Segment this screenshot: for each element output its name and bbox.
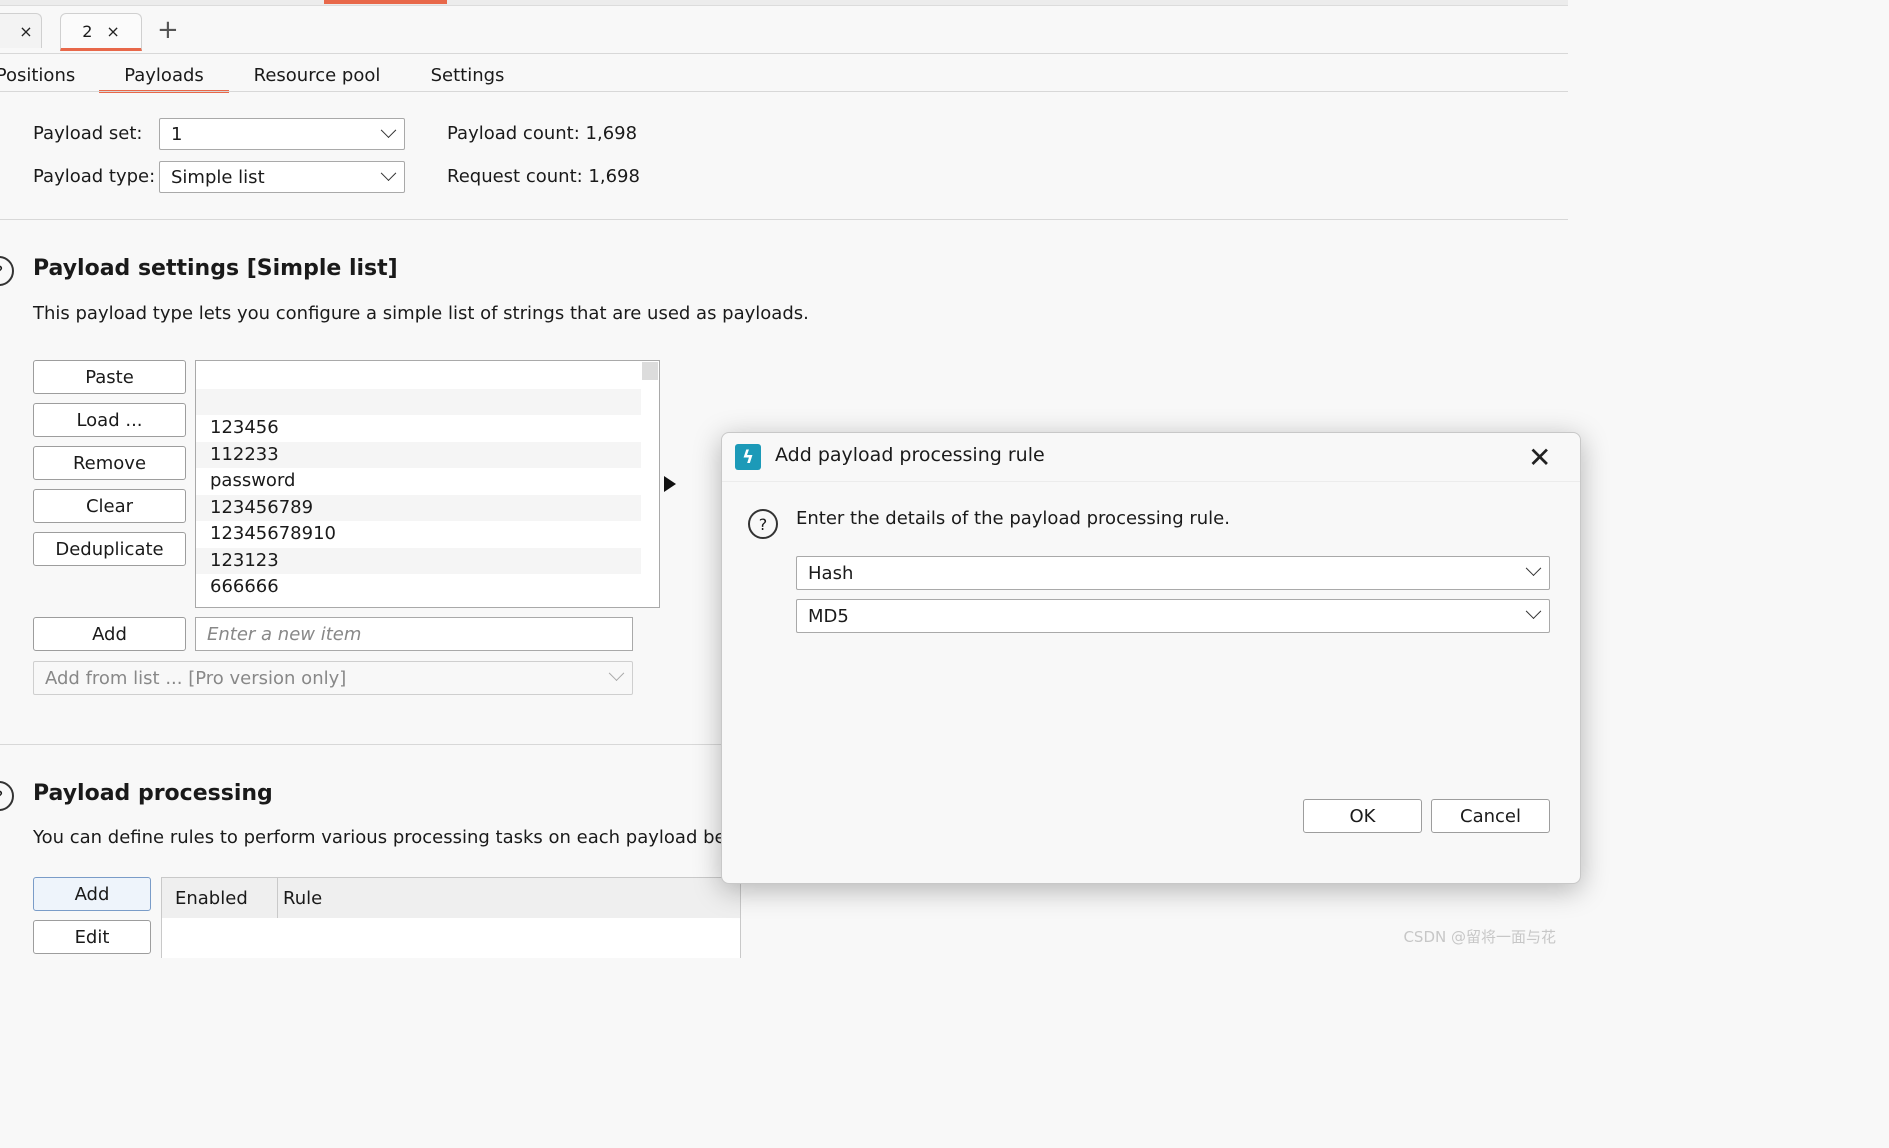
payload-processing-description: You can define rules to perform various … <box>33 827 721 848</box>
hash-algorithm-select[interactable]: MD5 <box>796 599 1550 633</box>
rules-table-header: Enabled Rule <box>161 877 741 919</box>
request-count-value: 1,698 <box>588 166 640 187</box>
hash-algorithm-value: MD5 <box>808 605 849 627</box>
tab-2[interactable]: 2 × <box>60 13 142 51</box>
payload-count-label: Payload count: <box>447 123 580 144</box>
add-from-list-select: Add from list ... [Pro version only] <box>33 661 633 695</box>
close-icon[interactable]: × <box>19 22 32 41</box>
payload-set-value: 1 <box>171 123 183 145</box>
tab-strip <box>0 6 1568 54</box>
app-logo-icon: ϟ <box>735 444 761 470</box>
new-item-input[interactable]: Enter a new item <box>195 617 633 651</box>
paste-button[interactable]: Paste <box>33 360 186 394</box>
section-divider <box>0 744 725 745</box>
add-from-list-value: Add from list ... [Pro version only] <box>45 667 347 689</box>
payload-type-select[interactable]: Simple list <box>159 161 405 193</box>
list-item[interactable]: 123456789 <box>196 494 641 521</box>
deduplicate-button[interactable]: Deduplicate <box>33 532 186 566</box>
tab-resource-pool[interactable]: Resource pool <box>248 60 386 90</box>
payload-settings-title: Payload settings [Simple list] <box>33 256 398 281</box>
payload-list[interactable]: 123456 112233 password 123456789 1234567… <box>195 360 660 608</box>
help-icon[interactable]: ? <box>0 781 14 811</box>
top-accent-line <box>324 0 447 4</box>
help-icon: ? <box>748 509 778 539</box>
list-item[interactable]: 666666 <box>196 574 641 601</box>
add-rule-button[interactable]: Add <box>33 877 151 911</box>
rule-type-value: Hash <box>808 562 854 584</box>
list-item[interactable]: 112233 <box>196 441 641 468</box>
payload-count: Payload count: 1,698 <box>447 123 637 144</box>
clear-button[interactable]: Clear <box>33 489 186 523</box>
column-rule[interactable]: Rule <box>270 878 470 918</box>
close-icon[interactable]: × <box>106 22 119 41</box>
cancel-button[interactable]: Cancel <box>1431 799 1550 833</box>
play-arrow-icon <box>664 476 676 492</box>
help-icon[interactable]: ? <box>0 256 14 286</box>
payload-count-value: 1,698 <box>585 123 638 144</box>
list-item[interactable]: 12345678910 <box>196 521 641 548</box>
request-count: Request count: 1,698 <box>447 166 640 187</box>
dialog-prompt: Enter the details of the payload process… <box>796 508 1230 529</box>
payload-settings-description: This payload type lets you configure a s… <box>33 303 809 324</box>
tab-settings[interactable]: Settings <box>425 60 510 90</box>
request-count-label: Request count: <box>447 166 583 187</box>
payload-set-select[interactable]: 1 <box>159 118 405 150</box>
payload-set-label: Payload set: <box>33 123 143 144</box>
list-item[interactable]: 123456 <box>196 415 641 442</box>
payload-type-label: Payload type: <box>33 166 156 187</box>
chevron-down-icon <box>380 165 397 182</box>
list-item[interactable]: password <box>196 468 641 495</box>
dialog-title-bar: ϟ Add payload processing rule ✕ <box>722 433 1580 482</box>
chevron-down-icon <box>380 122 397 139</box>
chevron-down-icon <box>1525 560 1542 577</box>
add-tab-icon[interactable]: + <box>157 15 179 45</box>
rule-type-select[interactable]: Hash <box>796 556 1550 590</box>
load-button[interactable]: Load ... <box>33 403 186 437</box>
add-rule-dialog: ϟ Add payload processing rule ✕ ? Enter … <box>721 432 1581 884</box>
tab-payloads[interactable]: Payloads <box>99 60 229 93</box>
rules-table-body[interactable] <box>161 918 741 958</box>
close-icon[interactable]: ✕ <box>1528 441 1551 474</box>
scrollbar-thumb[interactable] <box>642 362 658 380</box>
list-item[interactable] <box>196 388 641 415</box>
chevron-down-icon <box>1525 603 1542 620</box>
chevron-down-icon <box>608 665 625 682</box>
dialog-title: Add payload processing rule <box>775 444 1045 466</box>
column-enabled[interactable]: Enabled <box>162 878 278 918</box>
edit-rule-button[interactable]: Edit <box>33 920 151 954</box>
list-item[interactable]: 123123 <box>196 547 641 574</box>
ok-button[interactable]: OK <box>1303 799 1422 833</box>
subtabs-divider <box>0 91 1568 92</box>
remove-button[interactable]: Remove <box>33 446 186 480</box>
tab-positions[interactable]: Positions <box>0 60 83 90</box>
payload-processing-title: Payload processing <box>33 781 273 806</box>
tab-1[interactable]: × <box>0 13 42 48</box>
add-item-button[interactable]: Add <box>33 617 186 651</box>
section-divider <box>0 219 1568 220</box>
payload-type-value: Simple list <box>171 166 265 188</box>
list-item[interactable] <box>196 362 641 389</box>
watermark: CSDN @留将一面与花 <box>1403 928 1556 946</box>
tab-label: 2 <box>82 21 93 41</box>
